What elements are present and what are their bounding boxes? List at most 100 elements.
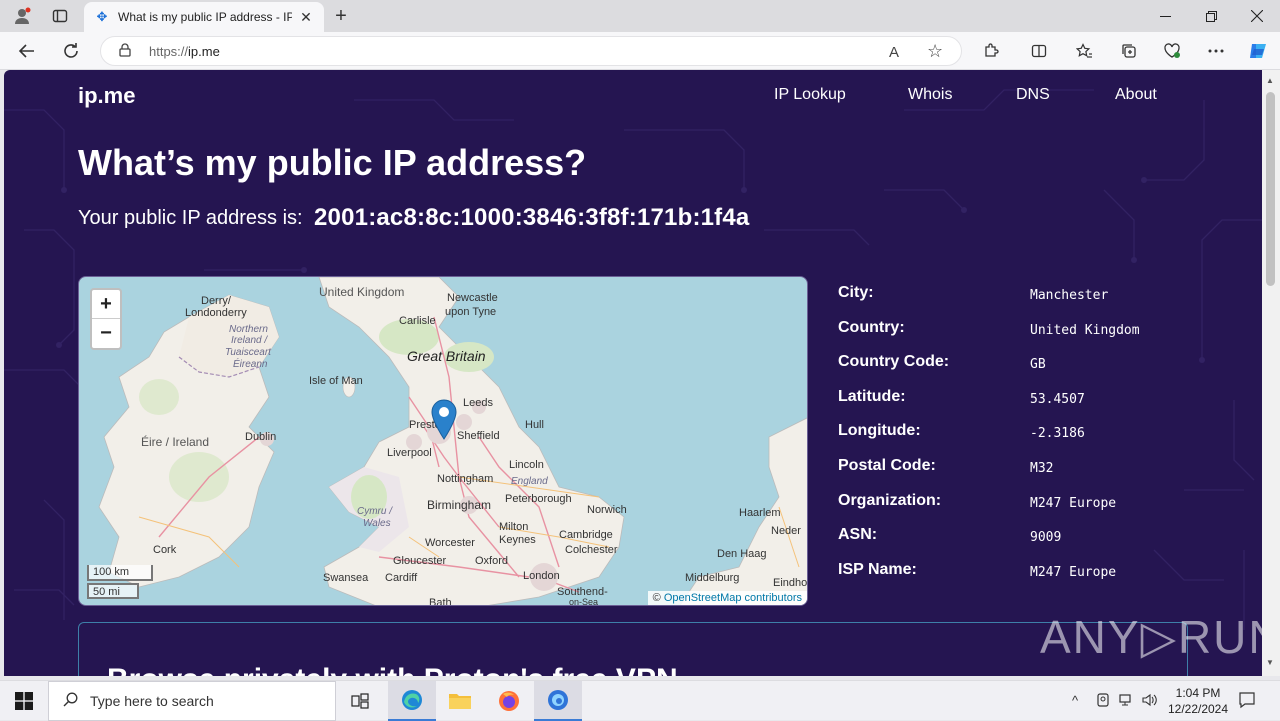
- network-icon[interactable]: [1119, 693, 1135, 710]
- map-label: Cardiff: [385, 572, 418, 584]
- detail-city: City: Manchester: [838, 284, 1109, 303]
- map-label: Gloucester: [393, 555, 447, 567]
- map-label: Newcastle: [447, 292, 498, 304]
- tray-chevron-icon[interactable]: ^: [1072, 693, 1078, 708]
- edge-dev-icon[interactable]: [534, 681, 582, 721]
- map-label: Haarlem: [739, 507, 781, 519]
- map-label: Worcester: [425, 537, 475, 549]
- nav-dns[interactable]: DNS: [1016, 86, 1050, 104]
- volume-icon[interactable]: [1142, 693, 1158, 710]
- map-label: Londonderry: [185, 307, 247, 319]
- map-label: Middelburg: [685, 572, 740, 584]
- map-label: Eindho: [773, 577, 808, 589]
- detail-longitude: Longitude: -2.3186: [838, 422, 1085, 442]
- windows-taskbar: Type here to search ^ 1:04 PM 12/22/2024: [0, 680, 1280, 721]
- browser-tab-bar: ✥ What is my public IP address - IP ✕ +: [0, 0, 1280, 32]
- tab-title: What is my public IP address - IP: [118, 10, 292, 24]
- browser-toolbar: https://ip.me A ☆: [0, 32, 1280, 70]
- map-label: Milton: [499, 521, 529, 533]
- map-label: Sheffield: [457, 430, 500, 442]
- back-icon[interactable]: [16, 40, 38, 62]
- map-label: Colchester: [565, 544, 618, 556]
- map-label: Cork: [153, 544, 177, 556]
- split-screen-icon[interactable]: [1029, 41, 1049, 61]
- detail-postal-code: Postal Code: M32: [838, 456, 1054, 476]
- scale-mi: 50 mi: [87, 583, 139, 599]
- map-label: Norwich: [587, 504, 627, 516]
- browser-essentials-icon[interactable]: [1162, 41, 1182, 61]
- tray-meet-icon[interactable]: [1096, 693, 1110, 710]
- file-explorer-icon[interactable]: [436, 681, 484, 721]
- map-label: Lincoln: [509, 459, 544, 471]
- new-tab-icon[interactable]: +: [330, 5, 352, 27]
- zoom-in-button[interactable]: +: [92, 290, 120, 319]
- page-scrollbar[interactable]: ▲ ▼: [1262, 70, 1280, 676]
- map-label: Keynes: [499, 534, 536, 546]
- map-label: United Kingdom: [319, 285, 405, 299]
- close-tab-icon[interactable]: ✕: [298, 9, 314, 26]
- url-text[interactable]: https://ip.me: [149, 44, 220, 59]
- vpn-promo-box: Browse privately with Proton's free VPN: [78, 622, 1188, 676]
- refresh-icon[interactable]: [60, 40, 82, 62]
- detail-country-code: Country Code: GB: [838, 353, 1046, 373]
- map-label: Leeds: [463, 397, 493, 409]
- nav-about[interactable]: About: [1115, 86, 1157, 104]
- minimize-icon[interactable]: [1142, 4, 1188, 28]
- edge-taskbar-icon[interactable]: [388, 681, 436, 721]
- map-label: Peterborough: [505, 493, 572, 505]
- tab-active[interactable]: ✥ What is my public IP address - IP ✕: [84, 2, 324, 32]
- map-zoom-control: + −: [90, 288, 122, 350]
- search-icon: [63, 692, 78, 711]
- map-label: Cambridge: [559, 529, 613, 541]
- map-label: Oxford: [475, 555, 509, 567]
- firefox-icon[interactable]: [485, 681, 533, 721]
- map-label: Cymru /: [357, 506, 392, 517]
- detail-asn: ASN: 9009: [838, 526, 1062, 546]
- extensions-icon[interactable]: [981, 41, 1001, 61]
- nav-ip-lookup[interactable]: IP Lookup: [774, 86, 846, 104]
- address-bar[interactable]: https://ip.me A ☆: [100, 36, 962, 66]
- map-attribution: © OpenStreetMap contributors: [647, 591, 807, 605]
- taskbar-clock[interactable]: 1:04 PM 12/22/2024: [1160, 685, 1236, 717]
- task-view-icon[interactable]: [336, 681, 384, 721]
- page-title: What’s my public IP address?: [78, 142, 587, 183]
- location-map[interactable]: United Kingdom Derry/ Londonderry Newcas…: [78, 276, 808, 606]
- zoom-out-button[interactable]: −: [92, 319, 120, 348]
- ip-label: Your public IP address is:: [78, 207, 303, 229]
- notification-icon[interactable]: [1238, 691, 1256, 712]
- map-label: Éireann: [233, 359, 268, 370]
- site-favicon-icon: ✥: [96, 9, 108, 24]
- close-window-icon[interactable]: [1234, 4, 1280, 28]
- map-label: Hull: [525, 419, 544, 431]
- ip-details-list: City: Manchester Country: United Kingdom C…: [838, 282, 1238, 593]
- osm-attribution-link[interactable]: OpenStreetMap contributors: [664, 592, 802, 604]
- map-label: London: [523, 570, 560, 582]
- map-label: Dublin: [245, 431, 277, 443]
- nav-whois[interactable]: Whois: [908, 86, 952, 104]
- windows-start-icon[interactable]: [0, 681, 48, 721]
- read-aloud-icon[interactable]: A: [889, 44, 899, 61]
- profile-icon[interactable]: [12, 6, 32, 26]
- search-placeholder: Type here to search: [90, 693, 214, 709]
- map-label: Birmingham: [427, 498, 492, 512]
- map-label: Swansea: [323, 572, 369, 584]
- taskbar-search[interactable]: Type here to search: [48, 681, 336, 721]
- favorite-star-icon[interactable]: ☆: [927, 41, 943, 62]
- scroll-thumb[interactable]: [1266, 92, 1275, 286]
- tab-actions-icon[interactable]: [50, 6, 70, 26]
- map-label: Liverpool: [387, 447, 432, 459]
- scroll-down-icon[interactable]: ▼: [1266, 658, 1274, 667]
- ip-address-value[interactable]: 2001:ac8:8c:1000:3846:3f8f:171b:1f4a: [314, 204, 749, 232]
- favorites-icon[interactable]: [1074, 41, 1094, 61]
- collections-icon[interactable]: [1119, 41, 1139, 61]
- site-logo[interactable]: ip.me: [78, 83, 135, 109]
- copilot-icon[interactable]: [1246, 39, 1270, 63]
- lock-icon[interactable]: [119, 42, 133, 60]
- map-label: Nottingham: [437, 473, 494, 485]
- scroll-up-icon[interactable]: ▲: [1266, 76, 1274, 85]
- restore-icon[interactable]: [1188, 4, 1234, 28]
- map-label: Isle of Man: [309, 375, 363, 387]
- settings-more-icon[interactable]: [1206, 41, 1226, 61]
- map-label: Éire / Ireland: [141, 435, 210, 449]
- map-label: Wales: [363, 518, 391, 529]
